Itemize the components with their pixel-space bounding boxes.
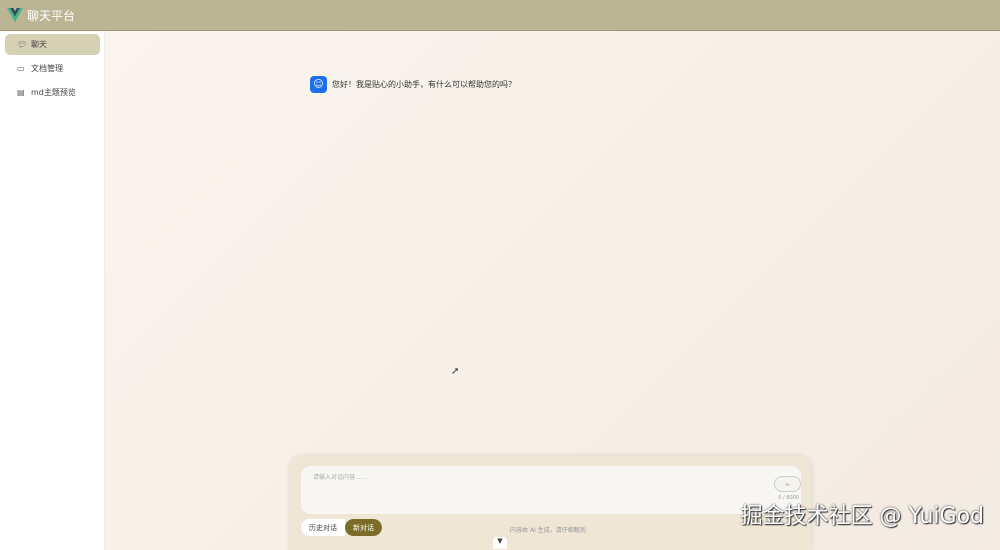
mouse-cursor-icon: ➚: [451, 366, 460, 377]
sidebar-item-chat[interactable]: 💬︎ 聊天: [5, 34, 100, 55]
app-header: 聊天平台: [0, 0, 1000, 31]
sidebar-item-label: md主题预览: [31, 88, 76, 97]
assistant-avatar-icon: ☺: [310, 76, 327, 93]
send-icon: ➢: [784, 479, 791, 489]
sidebar-item-documents[interactable]: ▭ 文档管理: [5, 58, 100, 79]
new-chat-button[interactable]: 新对话: [345, 519, 382, 536]
conversation-tabs: 历史对话 新对话: [301, 519, 382, 536]
disclaimer: 内容由 AI 生成，请仔细甄别: [510, 527, 586, 534]
watermark: 掘金技术社区 @ YuiGod: [740, 504, 984, 529]
chat-area: ☺ 您好！我是贴心的小助手，有什么可以帮助您的吗？ ➚ 请输入对话内容.....…: [105, 31, 1000, 550]
sidebar-item-md-theme[interactable]: ▤ md主题预览: [5, 82, 100, 103]
document-icon: ▤: [17, 88, 25, 97]
composer: 请输入对话内容...... ➢ 0 / 8000 历史对话 新对话 内容由 AI…: [290, 456, 811, 550]
history-button[interactable]: 历史对话: [301, 519, 345, 536]
send-button[interactable]: ➢: [774, 476, 801, 492]
message-text: 您好！我是贴心的小助手，有什么可以帮助您的吗？: [332, 80, 516, 89]
message-input[interactable]: 请输入对话内容......: [301, 466, 801, 514]
collapse-chevron-icon[interactable]: ▼: [493, 537, 507, 549]
assistant-message: ☺ 您好！我是贴心的小助手，有什么可以帮助您的吗？: [310, 76, 516, 93]
sidebar-item-label: 聊天: [31, 40, 47, 49]
folder-icon: ▭: [17, 64, 25, 73]
vue-logo-icon: [7, 8, 23, 22]
sidebar-item-label: 文档管理: [31, 64, 63, 73]
input-placeholder: 请输入对话内容......: [313, 474, 367, 481]
app-title: 聊天平台: [27, 8, 76, 23]
chat-icon: 💬︎: [17, 40, 28, 49]
sidebar: 💬︎ 聊天 ▭ 文档管理 ▤ md主题预览: [0, 31, 105, 550]
